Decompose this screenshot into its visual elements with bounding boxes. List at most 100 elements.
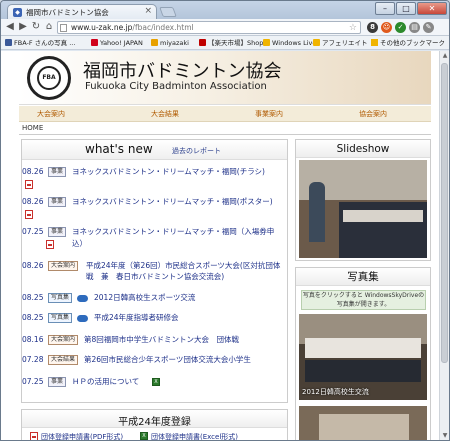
new-tab-button[interactable] [159, 7, 177, 17]
news-link[interactable]: 平成24年度（第26回）市民総合スポーツ大会(区対抗団体戦 兼 春日市バドミント… [86, 260, 282, 293]
pdf-icon[interactable] [46, 240, 54, 249]
folder-icon [313, 39, 320, 46]
news-date: 07.25 [22, 227, 44, 236]
registration-box: 平成24年度登録 団体登録申請書(PDF形式) X 団体登録申請書(Excel形… [21, 409, 288, 440]
minimize-button[interactable]: – [375, 2, 395, 15]
registration-pdf-link[interactable]: 団体登録申請書(PDF形式) [41, 432, 123, 440]
excel-icon[interactable]: X [140, 432, 148, 440]
bookmark-item[interactable]: Windows Live [263, 38, 316, 48]
nav-tournament-results[interactable]: 大会結果 [151, 109, 179, 119]
vertical-scrollbar[interactable]: ▲ ▼ [439, 51, 449, 440]
other-bookmarks[interactable]: その他のブックマーク [371, 38, 445, 48]
slideshow-box: Slideshow [295, 139, 431, 261]
bookmarks-bar: FBA-F さんの写真 ... Yahoo! JAPAN miyazaki 【楽… [1, 36, 449, 50]
category-badge: 大会結果 [48, 355, 79, 365]
breadcrumb-home[interactable]: HOME [22, 124, 43, 132]
bookmark-item[interactable]: miyazaki [151, 38, 189, 48]
site-title: 福岡市バドミントン協会 [83, 61, 282, 82]
browser-tab[interactable]: ◆ 福岡市バドミントン協会 × [7, 4, 157, 19]
photo-person [309, 182, 325, 242]
pdf-icon[interactable] [30, 432, 38, 440]
photo-crowd-row [343, 210, 423, 222]
nav-association-info[interactable]: 協会案内 [359, 109, 387, 119]
close-window-button[interactable]: ✕ [417, 2, 447, 15]
browser-toolbar: ◀ ▶ ↻ ⌂ www.u-zak.ne.jp/fbac/index.html … [1, 19, 449, 36]
archive-link[interactable]: 過去のレポート [172, 146, 221, 156]
excel-icon[interactable]: X [152, 378, 160, 386]
scroll-up-icon[interactable]: ▲ [441, 52, 449, 60]
pdf-icon[interactable] [25, 180, 33, 189]
reload-icon[interactable]: ↻ [30, 21, 42, 33]
category-badge: 事業 [48, 377, 67, 387]
news-header: what's new 過去のレポート [22, 140, 287, 160]
site-container: FBA 福岡市バドミントン協会 Fukuoka City Badminton A… [19, 51, 431, 440]
browser-window: ◆ 福岡市バドミントン協会 × – □ ✕ ◀ ▶ ↻ ⌂ www.u-zak.… [0, 0, 450, 441]
news-box: what's new 過去のレポート 08.26 事業 ヨネックスバドミントン・… [21, 139, 288, 403]
skydrive-icon[interactable] [77, 315, 88, 322]
news-link[interactable]: 第8回福岡市中学生バドミントン大会 団体戦 [84, 334, 239, 346]
page-menu-icon[interactable]: ▤ [409, 22, 420, 33]
photo-group-row [319, 414, 409, 440]
scrollbar-thumb[interactable] [441, 63, 448, 363]
category-badge: 事業 [48, 227, 67, 237]
scroll-down-icon[interactable]: ▼ [441, 432, 449, 440]
category-badge: 事業 [48, 167, 67, 177]
pdf-icon[interactable] [25, 210, 33, 219]
news-title: what's new [85, 142, 153, 156]
gallery-note: 写真をクリックすると WindowsSkyDriveの写真集が開きます。 [301, 290, 426, 310]
news-link[interactable]: 平成24年度指導者研修会 [94, 312, 179, 324]
skydrive-icon[interactable] [77, 295, 88, 302]
news-date: 08.25 [22, 293, 44, 302]
extension-icon[interactable]: ☺ [381, 22, 392, 33]
photo-caption: 2012日韓高校生交流 [302, 388, 369, 396]
bookmark-item[interactable]: 【楽天市場】Shop... [199, 38, 270, 48]
address-bar[interactable]: www.u-zak.ne.jp/fbac/index.html ☆ [57, 21, 361, 34]
registration-title: 平成24年度登録 [118, 417, 191, 428]
association-logo[interactable]: FBA [27, 56, 71, 100]
photo-group-row [305, 360, 421, 382]
home-icon[interactable]: ⌂ [43, 21, 55, 33]
maximize-button[interactable]: □ [396, 2, 416, 15]
news-link[interactable]: 2012日韓高校生スポーツ交流 [94, 292, 195, 304]
extension-icon[interactable]: 8 [367, 22, 378, 33]
news-link[interactable]: ＨＰの活用について [72, 376, 139, 388]
bookmark-star-icon[interactable]: ☆ [349, 22, 357, 33]
news-link[interactable]: 第26回市民総合少年スポーツ団体交流大会小学生 [84, 354, 251, 366]
bookmark-item[interactable]: アフェリエイト [313, 38, 368, 48]
bookmark-item[interactable]: Yahoo! JAPAN [91, 38, 143, 48]
registration-header: 平成24年度登録 [22, 410, 287, 428]
breadcrumb: HOME [19, 124, 431, 135]
wrench-icon[interactable]: ✎ [423, 22, 434, 33]
main-column: what's new 過去のレポート 08.26 事業 ヨネックスバドミントン・… [21, 139, 288, 440]
news-date: 07.28 [22, 355, 44, 364]
folder-icon [263, 39, 270, 46]
news-link[interactable]: ヨネックスバドミントン・ドリームマッチ・福岡(チラシ) [72, 166, 265, 178]
nav-tournament-info[interactable]: 大会案内 [37, 109, 65, 119]
page-icon [60, 24, 67, 32]
news-link[interactable]: ヨネックスバドミントン・ドリームマッチ・福岡(ポスター) [72, 196, 273, 208]
gallery-photo[interactable]: 2012日韓高校生交流 [299, 314, 427, 400]
site-favicon-icon: ◆ [13, 8, 22, 17]
forward-arrow-icon[interactable]: ▶ [17, 21, 29, 33]
news-date: 08.26 [22, 197, 44, 206]
category-badge: 写真集 [48, 293, 73, 303]
back-arrow-icon[interactable]: ◀ [4, 21, 16, 33]
news-date: 08.26 [22, 261, 44, 270]
nav-business-info[interactable]: 事業案内 [255, 109, 283, 119]
photo-group-row [305, 338, 421, 358]
window-controls: – □ ✕ [375, 2, 447, 15]
tab-close-icon[interactable]: × [144, 6, 152, 16]
gallery-title: 写真集 [296, 268, 430, 286]
gallery-photo[interactable] [299, 406, 427, 440]
page-viewport: FBA 福岡市バドミントン協会 Fukuoka City Badminton A… [1, 51, 439, 440]
bookmark-icon [151, 39, 158, 46]
bookmark-icon [5, 39, 12, 46]
news-link[interactable]: ヨネックスバドミントン・ドリームマッチ・福岡（入場券申込） [72, 226, 282, 250]
bookmark-item[interactable]: FBA-F さんの写真 ... [5, 38, 75, 48]
category-badge: 写真集 [48, 313, 73, 323]
slideshow-photo[interactable] [299, 160, 427, 258]
registration-excel-link[interactable]: 団体登録申請書(Excel形式) [151, 432, 238, 440]
global-nav: 大会案内 大会結果 事業案内 協会案内 [19, 106, 431, 122]
bookmark-icon [199, 39, 206, 46]
extension-icon[interactable]: ✓ [395, 22, 406, 33]
